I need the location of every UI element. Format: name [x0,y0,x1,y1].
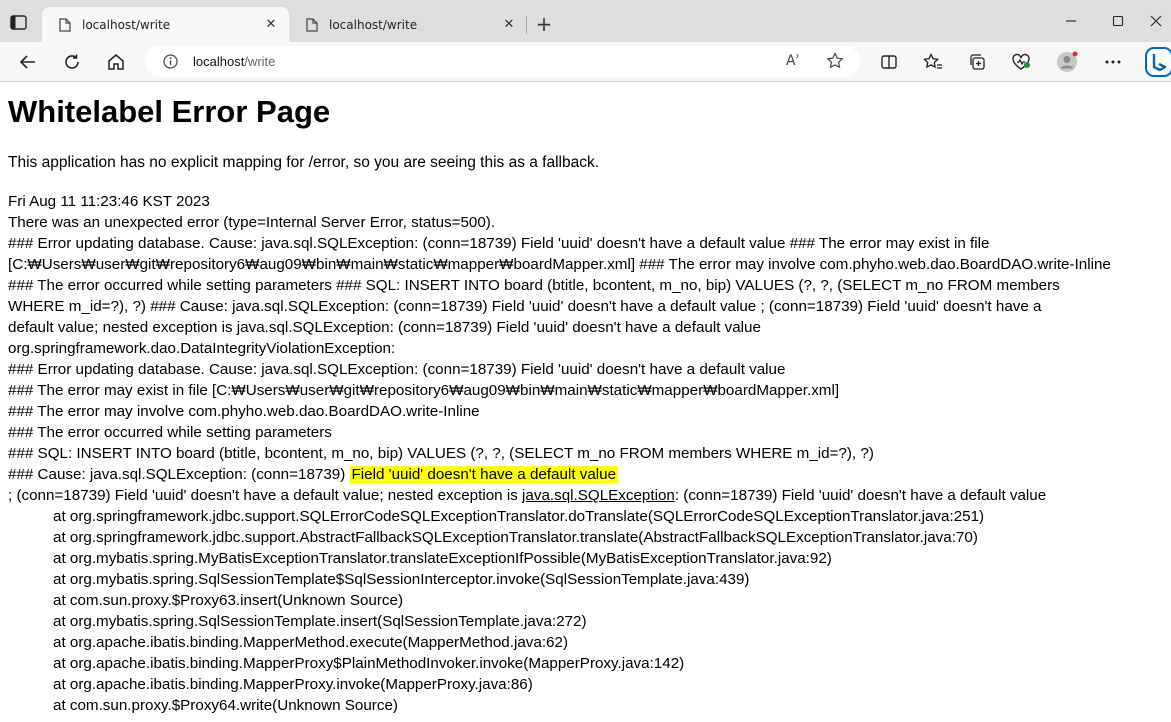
stack-frame: at org.springframework.jdbc.support.Abst… [53,529,978,546]
profile-avatar[interactable] [1055,50,1079,74]
url-host: localhost [193,54,245,69]
stack-trace: at org.springframework.jdbc.support.SQLE… [8,506,1168,716]
nested-text-a: ; (conn=18739) Field 'uuid' doesn't have… [8,487,523,504]
new-tab-button[interactable]: + [534,12,554,36]
error-details: Fri Aug 11 11:23:46 KST 2023 There was a… [8,191,1168,716]
tab-title: localhost/write [82,17,171,32]
error-message: ### Error updating database. Cause: java… [8,233,1168,506]
info-icon[interactable] [163,54,178,69]
page-title: Whitelabel Error Page [8,94,331,129]
tab-localhost-write-2[interactable]: localhost/write ✕ [289,7,527,42]
address-bar[interactable]: localhost/write Aʾ [145,46,860,77]
url-path: /write [244,54,276,69]
close-icon[interactable]: ✕ [263,17,279,33]
nested-text-b: java.sql.SQLException [522,487,675,504]
more-options-icon[interactable] [1101,50,1125,74]
stack-frame: at org.apache.ibatis.binding.MapperProxy… [53,676,533,693]
cause-prefix: ### Cause: java.sql.SQLException: (conn=… [8,466,346,483]
stack-frame: at org.mybatis.spring.SqlSessionTemplate… [53,571,750,588]
message-line: ### Error updating database. Cause: java… [8,235,990,252]
message-line: WHERE m_id=?), ?) ### Cause: java.sql.SQ… [8,298,1042,315]
window-close-icon[interactable] [1141,9,1171,33]
close-icon[interactable]: ✕ [501,17,517,33]
highlighted-cause: Field 'uuid' doesn't have a default valu… [349,466,619,483]
favorites-icon[interactable] [921,50,945,74]
message-line: org.springframework.dao.DataIntegrityVio… [8,340,396,357]
message-line: ### The error may involve com.phyho.web.… [8,403,480,420]
stack-frame: at org.springframework.jdbc.support.SQLE… [53,508,985,525]
fallback-message: This application has no explicit mapping… [8,154,600,171]
page-icon [305,17,319,32]
stack-frame: at org.mybatis.spring.SqlSessionTemplate… [53,613,587,630]
back-icon[interactable] [16,50,40,74]
message-line: ### The error may exist in file [C:₩User… [8,382,840,399]
message-line: ### Error updating database. Cause: java… [8,361,786,378]
nested-exception-line: ; (conn=18739) Field 'uuid' doesn't have… [8,485,1168,506]
maximize-icon[interactable] [1103,9,1133,33]
stack-frame: at org.mybatis.spring.MyBatisExceptionTr… [53,550,832,567]
tab-strip: localhost/write ✕ localhost/write ✕ + [0,0,1171,42]
message-line: ### The error occurred while setting par… [8,277,1060,294]
favorite-star-icon[interactable] [826,52,844,74]
message-line: ### SQL: INSERT INTO board (btitle, bcon… [8,445,874,462]
message-line: ### The error occurred while setting par… [8,424,332,441]
tab-divider [526,16,527,34]
page-icon [58,17,72,32]
minimize-icon[interactable] [1056,9,1086,33]
message-line: [C:₩Users₩user₩git₩repository6₩aug09₩bin… [8,256,1111,273]
stack-frame: at com.sun.proxy.$Proxy63.insert(Unknown… [53,592,404,609]
bing-copilot-icon[interactable] [1144,47,1171,77]
tab-title: localhost/write [329,17,418,32]
home-icon[interactable] [104,50,128,74]
split-screen-icon[interactable] [877,50,901,74]
browser-toolbar: localhost/write Aʾ [0,42,1171,82]
url-text[interactable]: localhost/write [193,54,275,69]
tab-localhost-write-1[interactable]: localhost/write ✕ [42,7,289,42]
browser-essentials-icon[interactable] [1009,50,1033,74]
nested-text-c: : (conn=18739) Field 'uuid' doesn't have… [674,487,1047,504]
read-aloud-icon[interactable]: Aʾ [786,53,800,69]
stack-frame: at org.apache.ibatis.binding.MapperProxy… [53,655,685,672]
error-summary: There was an unexpected error (type=Inte… [8,214,496,231]
message-line: default value; nested exception is java.… [8,319,761,336]
refresh-icon[interactable] [60,50,84,74]
error-timestamp: Fri Aug 11 11:23:46 KST 2023 [8,193,210,210]
stack-frame: at org.apache.ibatis.binding.MapperMetho… [53,634,569,651]
cause-line: ### Cause: java.sql.SQLException: (conn=… [8,464,1168,485]
tab-actions-icon[interactable] [10,15,28,31]
collections-icon[interactable] [965,50,989,74]
stack-frame: at com.sun.proxy.$Proxy64.write(Unknown … [53,697,398,714]
